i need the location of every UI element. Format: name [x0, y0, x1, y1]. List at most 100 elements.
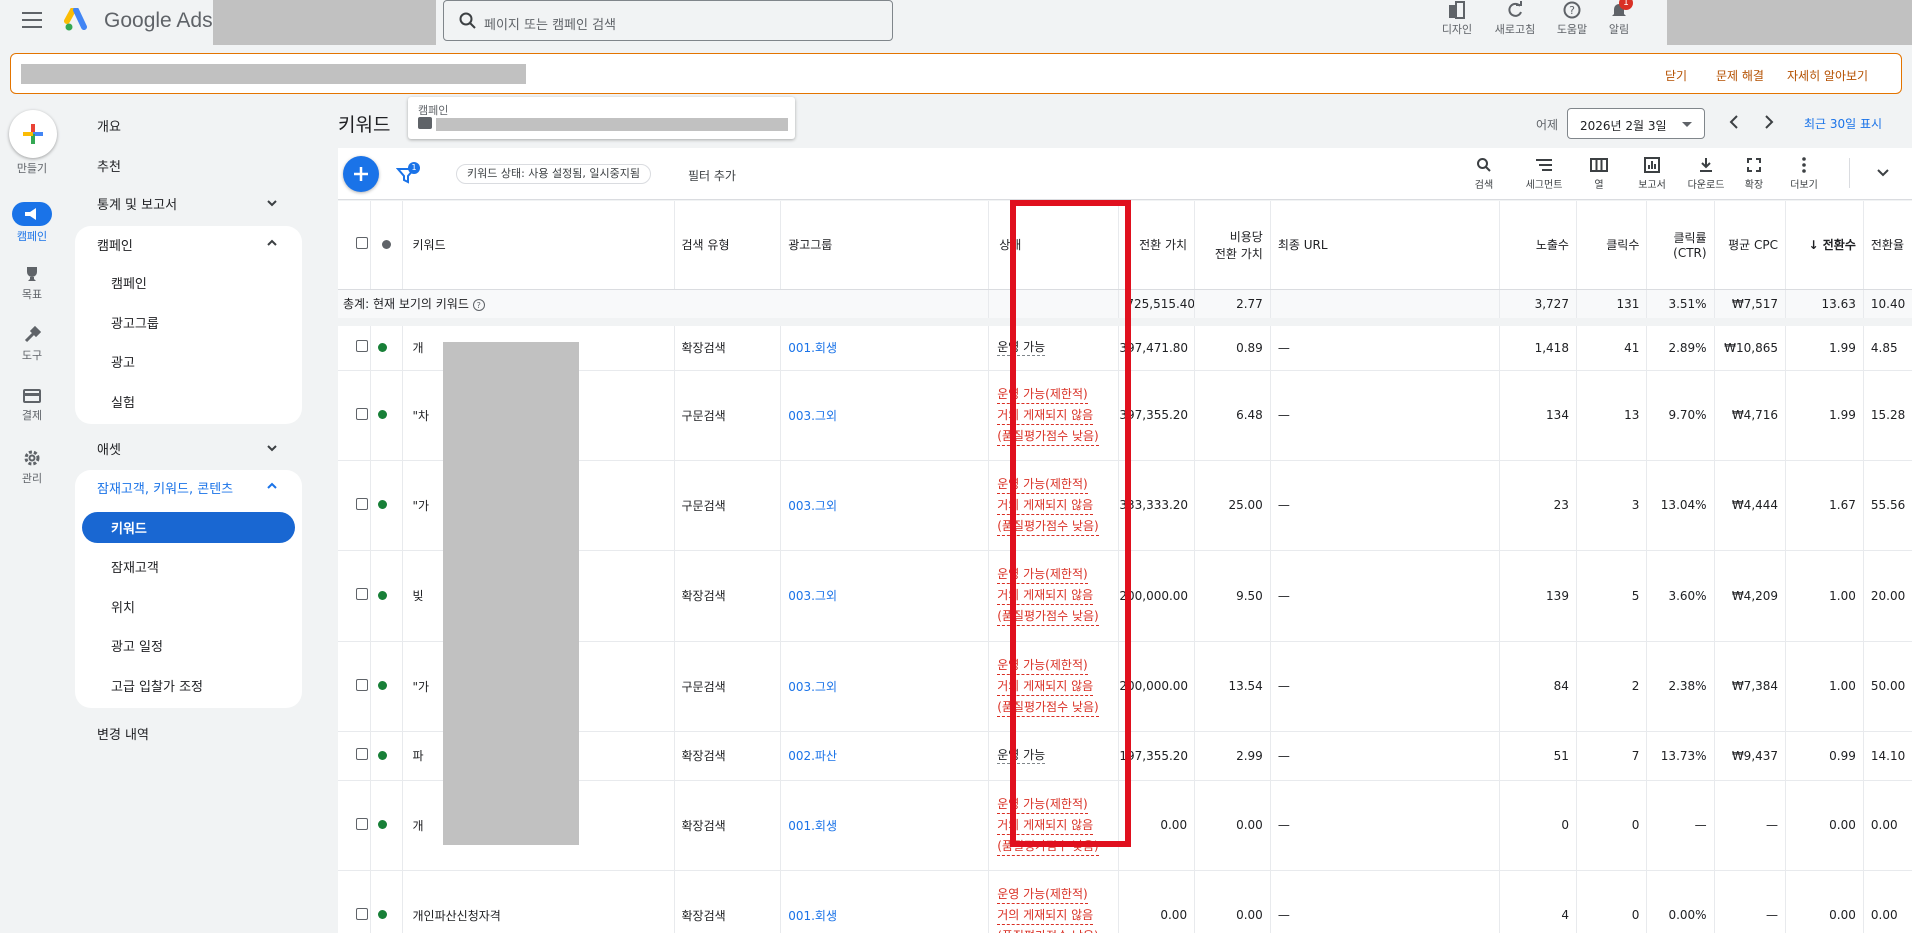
- enabled-status-dot[interactable]: [377, 750, 387, 760]
- col-match-type[interactable]: 검색 유형: [674, 201, 782, 290]
- col-avg-cpc[interactable]: 평균 CPC: [1714, 201, 1787, 290]
- sidebar-campaigns-header[interactable]: 캠페인: [97, 235, 133, 254]
- sidebar-audiences-header[interactable]: 잠재고객, 키워드, 콘텐츠: [97, 478, 233, 497]
- toolbar-reports-button[interactable]: 보고서: [1626, 154, 1678, 191]
- sidebar-item-bid-adjustments[interactable]: 고급 입찰가 조정: [111, 676, 203, 695]
- row-checkbox[interactable]: [356, 678, 368, 691]
- enabled-status-dot[interactable]: [377, 500, 387, 509]
- match-type-cell: 구문검색: [674, 641, 782, 732]
- chevron-left-icon[interactable]: [1724, 112, 1744, 132]
- enabled-status-dot[interactable]: [377, 590, 387, 600]
- sidebar-item-ads[interactable]: 광고: [111, 352, 135, 371]
- col-impressions[interactable]: 노출수: [1499, 201, 1577, 290]
- row-checkbox[interactable]: [356, 497, 368, 510]
- troubleshoot-link[interactable]: 문제 해결: [1716, 67, 1764, 84]
- add-filter-button[interactable]: 필터 추가: [688, 167, 736, 184]
- adgroup-link[interactable]: 001.회생: [788, 819, 837, 833]
- col-keyword[interactable]: 키워드: [402, 201, 675, 290]
- ctr-cell: 2.38%: [1646, 641, 1715, 732]
- chevron-up-icon[interactable]: [266, 480, 278, 492]
- campaign-label: 캠페인: [418, 104, 449, 117]
- rail-goals[interactable]: 목표: [0, 265, 64, 302]
- table-row[interactable]: 개인파산신청자격확장검색 001.회생 운영 가능(제한적) 거의 게재되지 않음 (품…: [338, 870, 1912, 933]
- row-checkbox[interactable]: [356, 748, 368, 760]
- toolbar-search-button[interactable]: 검색: [1458, 154, 1510, 191]
- row-checkbox[interactable]: [356, 340, 368, 353]
- chevron-right-icon[interactable]: [1759, 112, 1779, 132]
- toolbar-download-button[interactable]: 다운로드: [1680, 154, 1732, 191]
- sidebar-item-campaigns[interactable]: 캠페인: [111, 273, 147, 292]
- toolbar-download-label: 다운로드: [1687, 180, 1725, 191]
- adgroup-link[interactable]: 001.회생: [788, 909, 837, 923]
- sidebar-item-adgroups[interactable]: 광고그룹: [111, 313, 159, 332]
- toolbar-more-button[interactable]: 더보기: [1778, 154, 1830, 191]
- toolbar-columns-button[interactable]: 열: [1573, 154, 1625, 191]
- design-button[interactable]: 디자인: [1427, 0, 1487, 37]
- rail-admin[interactable]: 관리: [0, 449, 64, 486]
- col-conv-rate[interactable]: 전환율: [1863, 201, 1912, 290]
- help-circle-icon[interactable]: ?: [472, 298, 485, 311]
- toolbar-segment-button[interactable]: 세그먼트: [1518, 154, 1570, 191]
- learn-more-link[interactable]: 자세히 알아보기: [1787, 67, 1868, 84]
- enabled-status-dot[interactable]: [377, 820, 387, 829]
- sidebar-item-experiments[interactable]: 실험: [111, 392, 135, 411]
- col-conversions[interactable]: ↓ 전환수: [1785, 201, 1864, 290]
- enabled-status-dot[interactable]: [377, 681, 387, 690]
- sidebar-stats[interactable]: 통계 및 보고서: [97, 194, 177, 213]
- avg-cpc-cell: ₩10,865: [1714, 322, 1787, 371]
- row-checkbox[interactable]: [356, 907, 368, 920]
- col-adgroup[interactable]: 광고그룹: [780, 201, 990, 290]
- adgroup-link[interactable]: 002.파산: [788, 749, 837, 763]
- sidebar-item-ad-schedule[interactable]: 광고 일정: [111, 636, 163, 655]
- enabled-status-dot[interactable]: [377, 342, 387, 352]
- chevron-down-icon[interactable]: [1876, 166, 1890, 180]
- sidebar-recommendations[interactable]: 추천: [97, 156, 121, 175]
- adgroup-link[interactable]: 001.회생: [788, 341, 837, 355]
- row-checkbox[interactable]: [356, 817, 368, 830]
- show-last-30-days-link[interactable]: 최근 30일 표시: [1804, 115, 1882, 132]
- create-button[interactable]: [9, 110, 57, 158]
- adgroup-link[interactable]: 003.그외: [788, 589, 837, 603]
- sidebar-assets[interactable]: 애셋: [97, 439, 121, 458]
- search-input[interactable]: 페이지 또는 캠페인 검색: [443, 0, 893, 41]
- campaign-selector[interactable]: 캠페인: [408, 97, 795, 139]
- toolbar-expand-button[interactable]: 확장: [1728, 154, 1780, 191]
- keyword-cell[interactable]: 개인파산신청자격: [402, 870, 675, 933]
- chevron-up-icon[interactable]: [266, 237, 278, 249]
- col-clicks[interactable]: 클릭수: [1576, 201, 1648, 290]
- row-checkbox[interactable]: [356, 407, 368, 420]
- notifications-button[interactable]: 1 알림: [1589, 0, 1649, 37]
- select-all-checkbox[interactable]: [356, 237, 368, 250]
- adgroup-link[interactable]: 003.그외: [788, 409, 837, 423]
- col-ctr[interactable]: 클릭률 (CTR): [1646, 201, 1715, 290]
- col-final-url[interactable]: 최종 URL: [1270, 201, 1501, 290]
- enabled-status-dot[interactable]: [377, 410, 387, 419]
- filter-button[interactable]: 1: [396, 162, 420, 186]
- date-range-picker[interactable]: 2026년 2월 3일: [1567, 108, 1705, 139]
- adgroup-link[interactable]: 003.그외: [788, 680, 837, 694]
- avg-cpc-cell: ₩4,444: [1714, 460, 1787, 551]
- sidebar-overview[interactable]: 개요: [97, 116, 121, 135]
- google-ads-logo[interactable]: [64, 8, 90, 32]
- chevron-down-icon[interactable]: [266, 442, 278, 454]
- row-checkbox[interactable]: [356, 588, 368, 600]
- match-type-cell: 확장검색: [674, 780, 782, 871]
- add-keyword-button[interactable]: [343, 156, 379, 192]
- status-limited[interactable]: 운영 가능(제한적) 거의 게재되지 않음 (품질평가점수 낮음): [997, 884, 1111, 933]
- keyword-status-filter-chip[interactable]: 키워드 상태: 사용 설정됨, 일시중지됨: [456, 164, 651, 184]
- rail-tools[interactable]: 도구: [0, 325, 64, 363]
- rail-billing[interactable]: 결제: [0, 388, 64, 423]
- enabled-status-dot[interactable]: [377, 910, 387, 919]
- sidebar-item-audiences[interactable]: 잠재고객: [111, 557, 159, 576]
- adgroup-link[interactable]: 003.그외: [788, 499, 837, 513]
- ctr-cell: 13.04%: [1646, 460, 1715, 551]
- col-value-per-cost[interactable]: 비용당 전환 가치: [1194, 201, 1271, 290]
- hamburger-menu-icon[interactable]: [22, 12, 42, 28]
- refresh-button[interactable]: 새로고침: [1485, 0, 1545, 37]
- chevron-down-icon[interactable]: [266, 197, 278, 209]
- sidebar-change-history[interactable]: 변경 내역: [97, 724, 149, 743]
- close-link[interactable]: 닫기: [1665, 67, 1687, 84]
- rail-campaigns[interactable]: 캠페인: [0, 202, 64, 244]
- clicks-cell: 13: [1576, 370, 1648, 461]
- sidebar-item-locations[interactable]: 위치: [111, 597, 135, 616]
